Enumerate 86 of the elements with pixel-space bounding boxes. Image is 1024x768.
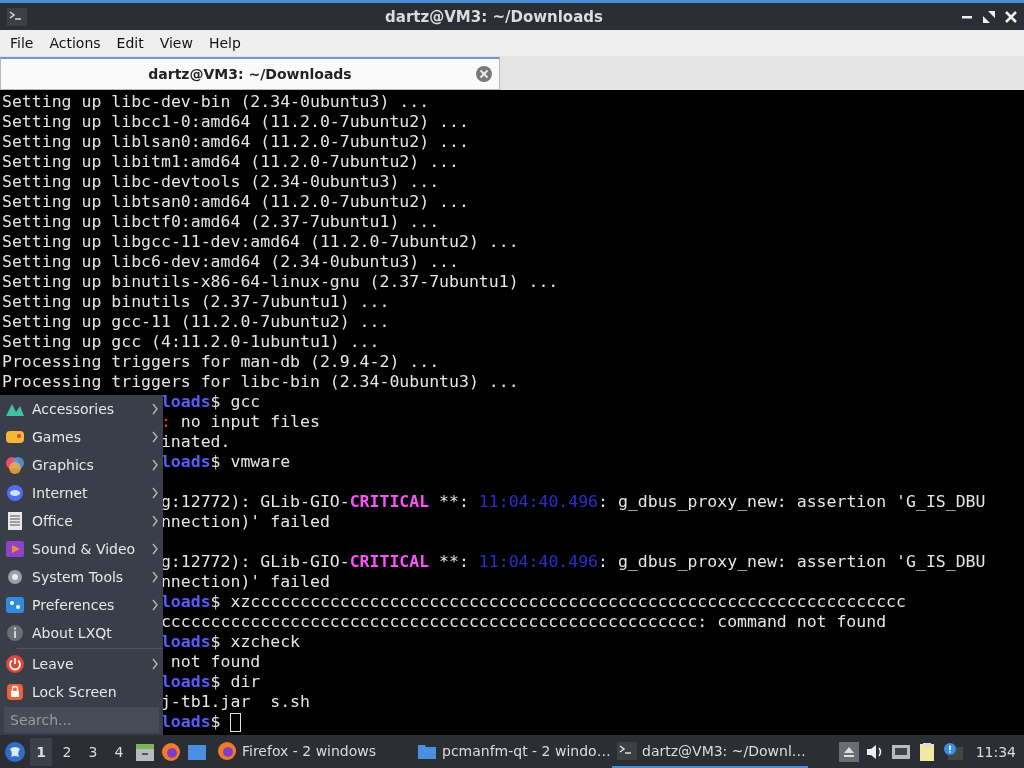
menu-item[interactable]: Actions (41, 35, 109, 51)
menu-entry[interactable]: Preferences (0, 591, 163, 619)
desktop-switcher-button[interactable]: 3 (82, 737, 104, 766)
menu-entry[interactable]: Office (0, 507, 163, 535)
terminal-line: Setting up libc6-dev:amd64 (2.34-0ubuntu3) ... (2, 252, 459, 272)
terminal-line: Setting up libc-devtools (2.34-0ubuntu3) ... (2, 172, 440, 192)
menu-item[interactable]: View (151, 35, 201, 51)
menu-entry-label: Sound & Video (32, 541, 137, 557)
menu-entry[interactable]: Lock Screen (0, 678, 163, 706)
desktop-switcher-button[interactable]: 2 (56, 737, 78, 766)
menu-entry[interactable]: Internet (0, 479, 163, 507)
terminal-line: Setting up liblsan0:amd64 (11.2.0-7ubuntu2) ... (2, 132, 469, 152)
firefox-icon (216, 739, 238, 762)
menu-entry-label: Graphics (32, 457, 95, 473)
terminal-line: loads$ xzcheck (160, 632, 300, 652)
terminal-line: nnection)' failed (160, 572, 330, 592)
terminal-line: loads$ (160, 712, 222, 732)
terminal-line: nnection)' failed (160, 512, 330, 532)
terminal-line: Processing triggers for libc-bin (2.34-0ubuntu3) ... (2, 372, 519, 392)
start-menu-icon[interactable] (4, 740, 26, 763)
terminal-line: Setting up libgcc-11-dev:amd64 (11.2.0-7ubuntu2) ... (2, 232, 519, 252)
lock-icon (4, 681, 26, 703)
menu-entry[interactable]: System Tools (0, 563, 163, 591)
menu-entry-label: Lock Screen (32, 684, 118, 700)
menu-entry-label: Office (32, 513, 74, 529)
task-button[interactable]: Firefox - 2 windows (212, 735, 408, 768)
menu-item[interactable]: Help (200, 35, 249, 51)
task-button[interactable]: dartz@VM3: ~/Downl… (612, 735, 808, 768)
terminal-line: g:12772): GLib-GIO-CRITICAL **: 11:04:40.496: g_dbus_proxy_new: assertion 'G_IS_DBU (160, 552, 986, 572)
menu-entry[interactable]: Games (0, 423, 163, 451)
power-icon (4, 653, 26, 675)
media-icon (4, 538, 26, 560)
close-icon[interactable] (475, 65, 493, 83)
terminal-line: : no input files (160, 412, 320, 432)
terminal-line: Setting up libitm1:amd64 (11.2.0-7ubuntu2) ... (2, 152, 459, 172)
terminal-line: loads$ vmware (160, 452, 291, 472)
terminal-line: j-tb1.jar s.sh (160, 692, 310, 712)
firefox-icon[interactable] (160, 740, 182, 763)
terminal-line: Setting up binutils (2.37-7ubuntu1) ... (2, 292, 390, 312)
terminal-line: Setting up libcc1-0:amd64 (11.2.0-7ubuntu2) ... (2, 112, 469, 132)
terminal-line: loads$ dir (160, 672, 261, 692)
menu-entry-label: Games (32, 429, 82, 445)
terminal-line: loads$ gcc (160, 392, 261, 412)
menu-entry[interactable]: Graphics (0, 451, 163, 479)
terminal-line: cccccccccccccccccccccccccccccccccccccccccccccccccccccc: command not found (160, 612, 887, 632)
clock[interactable]: 11:34 (975, 743, 1016, 760)
terminal-tab[interactable]: dartz@VM3: ~/Downloads (0, 57, 500, 90)
task-button[interactable]: pcmanfm-qt - 2 windo… (412, 735, 608, 768)
menu-entry[interactable]: Accessories (0, 395, 163, 423)
eject-icon[interactable] (837, 740, 860, 763)
terminal-line: Setting up libc-dev-bin (2.34-0ubuntu3) ... (2, 92, 430, 112)
menu-entry-label: Leave (32, 656, 75, 672)
menu-entry-label: Preferences (32, 597, 116, 613)
terminal-icon (616, 739, 638, 762)
menu-entry-label: Internet (32, 485, 89, 501)
notification-icon[interactable] (941, 740, 964, 763)
menu-entry-label: Accessories (32, 401, 116, 417)
search-field[interactable]: Search... (4, 707, 159, 733)
terminal-line: Setting up gcc-11 (11.2.0-7ubuntu2) ... (2, 312, 390, 332)
terminal-line: Processing triggers for man-db (2.9.4-2) ... (2, 352, 440, 372)
close-button[interactable] (1004, 9, 1018, 24)
menu-entry[interactable]: Leave (0, 650, 163, 678)
preferences-icon (4, 594, 26, 616)
terminal-line: loads$ xzcccccccccccccccccccccccccccccccccccccccccccccccccccccccccccccccccc (160, 592, 906, 612)
desktop-switcher-button[interactable]: 1 (30, 737, 52, 766)
menu-entry[interactable]: About LXQt (0, 619, 163, 647)
terminal-line: inated. (160, 432, 231, 452)
menu-entry[interactable]: Sound & Video (0, 535, 163, 563)
terminal-line: Setting up gcc (4:11.2.0-1ubuntu1) ... (2, 332, 380, 352)
globe-icon (4, 482, 26, 504)
menu-entry-label: System Tools (32, 569, 125, 585)
menu-entry-label: About LXQt (32, 625, 113, 641)
graphics-icon (4, 454, 26, 476)
info-icon (4, 622, 26, 644)
menu-item[interactable]: Edit (108, 35, 152, 51)
terminal-line: not found (169, 652, 261, 672)
terminal-line: Setting up libctf0:amd64 (2.37-7ubuntu1) ... (2, 212, 440, 232)
terminal-line: g:12772): GLib-GIO-CRITICAL **: 11:04:40.496: g_dbus_proxy_new: assertion 'G_IS_DBU (160, 492, 986, 512)
terminal-icon (6, 5, 28, 28)
desktop-switcher-button[interactable]: 4 (108, 737, 130, 766)
terminal-line: Setting up binutils-x86-64-linux-gnu (2.37-7ubuntu1) ... (2, 272, 559, 292)
terminal-line: Setting up libtsan0:amd64 (11.2.0-7ubuntu2) ... (2, 192, 469, 212)
tab-label: dartz@VM3: ~/Downloads (148, 66, 352, 82)
maximize-button[interactable] (982, 9, 996, 24)
menu-item[interactable]: File (2, 35, 42, 51)
window-title: dartz@VM3: ~/Downloads (384, 7, 604, 26)
